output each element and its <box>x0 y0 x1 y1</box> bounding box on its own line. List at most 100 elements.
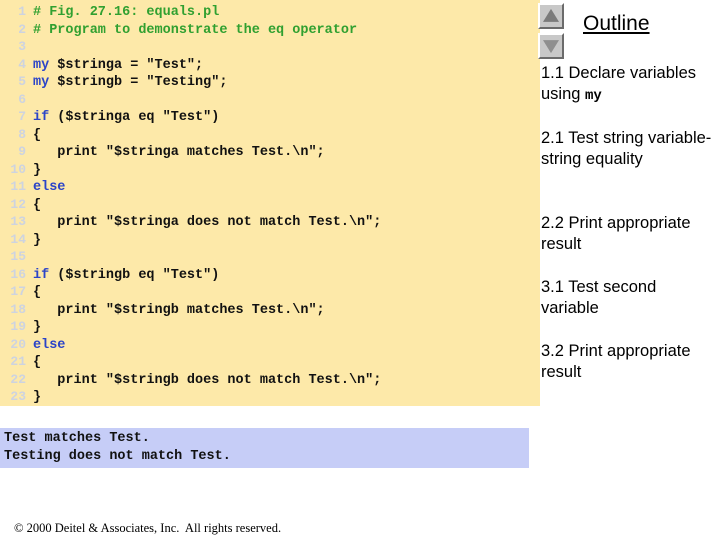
code-line-text: } <box>26 389 41 407</box>
code-line-text: { <box>26 354 41 372</box>
code-line-text: print "$stringa does not match Test.\n"; <box>26 214 381 232</box>
code-line-number: 9 <box>18 144 26 159</box>
code-token: print "$stringb matches Test.\n"; <box>33 302 325 318</box>
code-line-text: print "$stringa matches Test.\n"; <box>26 144 325 162</box>
code-line: 2 # Program to demonstrate the eq operato… <box>0 21 540 39</box>
code-line-number: 20 <box>10 336 26 352</box>
code-token: else <box>33 337 66 353</box>
code-line: 20 else <box>0 336 540 354</box>
code-line: 18 print "$stringb matches Test.\n"; <box>0 301 540 319</box>
code-line: 6 <box>0 91 540 109</box>
code-line: 19} <box>0 318 540 336</box>
outline-item-label: 3.1 Test second variable <box>541 278 657 317</box>
code-line-number: 15 <box>10 249 26 264</box>
code-line-number: 12 <box>10 196 26 212</box>
code-line-number: 10 <box>10 161 26 177</box>
code-token: # Fig. 27.16: equals.pl <box>33 5 220 20</box>
outline-sidebar: Outline 1.1 Declare variables using my 2… <box>529 0 720 540</box>
code-token: my <box>33 75 50 90</box>
code-line-text: } <box>26 319 41 337</box>
outline-item-2-1[interactable]: 2.1 Test string variable-string equality <box>541 128 715 170</box>
code-token: $stringa = "Test"; <box>49 57 204 73</box>
program-output-panel: Test matches Test. Testing does not match… <box>0 428 540 468</box>
code-line-text: print "$stringb does not match Test.\n"; <box>26 372 381 390</box>
code-line-number: 5 <box>18 74 26 89</box>
outline-item-2-2[interactable]: 2.2 Print appropriate result <box>541 213 715 255</box>
code-line-text: else <box>26 179 65 197</box>
code-line-text: { <box>26 284 41 302</box>
code-line: 23} <box>0 388 540 406</box>
code-line: 10} <box>0 161 540 179</box>
code-line-number: 6 <box>18 91 26 107</box>
code-token: if <box>33 110 50 125</box>
code-token: # Program to demonstrate the eq operator <box>33 22 358 38</box>
output-line: Test matches Test. <box>4 431 150 446</box>
code-line: 15 <box>0 248 540 266</box>
code-line-number: 11 <box>10 179 26 194</box>
code-line: 14} <box>0 231 540 249</box>
code-token: $stringb = "Testing"; <box>49 75 228 90</box>
code-token: print "$stringb does not match Test.\n"; <box>33 372 382 388</box>
code-token: else <box>33 180 66 195</box>
code-line-text: if ($stringa eq "Test") <box>26 109 219 127</box>
code-token: my <box>33 57 50 73</box>
code-token: print "$stringa matches Test.\n"; <box>33 145 325 160</box>
code-line-number: 22 <box>10 371 26 387</box>
code-token: ($stringb eq "Test") <box>49 267 220 283</box>
outline-item-label: 2.1 Test string variable-string equality <box>541 129 712 168</box>
sidebar-yellow-strip <box>529 0 540 406</box>
code-line-text: # Fig. 27.16: equals.pl <box>26 4 219 22</box>
code-line: 21 { <box>0 353 540 371</box>
code-line: 22 print "$stringb does not match Test.\… <box>0 371 540 389</box>
code-line-text: else <box>26 337 65 355</box>
code-line-number: 2 <box>18 21 26 37</box>
code-line: 16 if ($stringb eq "Test") <box>0 266 540 284</box>
code-token: ($stringa eq "Test") <box>49 110 220 125</box>
code-line-text: } <box>26 232 41 250</box>
output-line: Testing does not match Test. <box>4 448 231 464</box>
code-listing-panel: 1 # Fig. 27.16: equals.pl 2 # Program to de… <box>0 0 540 406</box>
code-token: if <box>33 267 50 283</box>
code-line-number: 19 <box>10 319 26 334</box>
code-line: 7 if ($stringa eq "Test") <box>0 108 540 126</box>
outline-item-1-1[interactable]: 1.1 Declare variables using my <box>541 63 715 107</box>
outline-item-label: 2.2 Print appropriate result <box>541 214 691 253</box>
code-token: { <box>33 355 42 370</box>
scroll-up-button[interactable] <box>538 3 564 29</box>
code-line-number: 7 <box>18 109 26 124</box>
code-line: 13 print "$stringa does not match Test.\… <box>0 213 540 231</box>
code-token: } <box>33 162 42 178</box>
code-line-text: # Program to demonstrate the eq operator <box>26 22 357 40</box>
outline-item-3-2[interactable]: 3.2 Print appropriate result <box>541 341 715 383</box>
code-line-number: 23 <box>10 389 26 404</box>
code-line-text: my $stringb = "Testing"; <box>26 74 227 92</box>
code-line: 9 print "$stringa matches Test.\n"; <box>0 143 540 161</box>
code-line: 11 else <box>0 178 540 196</box>
code-line: 5 my $stringb = "Testing"; <box>0 73 540 91</box>
code-line-number: 13 <box>10 214 26 229</box>
copyright-footer: © 2000 Deitel & Associates, Inc. All rig… <box>14 521 282 535</box>
code-token: { <box>33 127 42 143</box>
code-line-number: 8 <box>18 126 26 142</box>
code-line-number: 3 <box>18 39 26 54</box>
code-line-number: 1 <box>18 4 26 19</box>
code-line-text: my $stringa = "Test"; <box>26 57 203 75</box>
code-token: { <box>33 197 42 213</box>
code-token: print "$stringa does not match Test.\n"; <box>33 215 382 230</box>
code-line-number: 16 <box>10 266 26 282</box>
outline-item-label: 3.2 Print appropriate result <box>541 342 691 381</box>
code-token: } <box>33 320 42 335</box>
code-token: { <box>33 285 42 300</box>
code-line-text: { <box>26 197 41 215</box>
code-line-text: } <box>26 162 41 180</box>
code-line: 1 # Fig. 27.16: equals.pl <box>0 3 540 21</box>
scroll-down-button[interactable] <box>538 33 564 59</box>
code-line: 3 <box>0 38 540 56</box>
code-line: 8{ <box>0 126 540 144</box>
code-line-number: 17 <box>10 284 26 299</box>
code-line-text: print "$stringb matches Test.\n"; <box>26 302 325 320</box>
triangle-down-icon <box>543 40 559 54</box>
outline-item-3-1[interactable]: 3.1 Test second variable <box>541 277 715 319</box>
code-line-number: 21 <box>10 354 26 369</box>
code-line-number: 14 <box>10 231 26 247</box>
